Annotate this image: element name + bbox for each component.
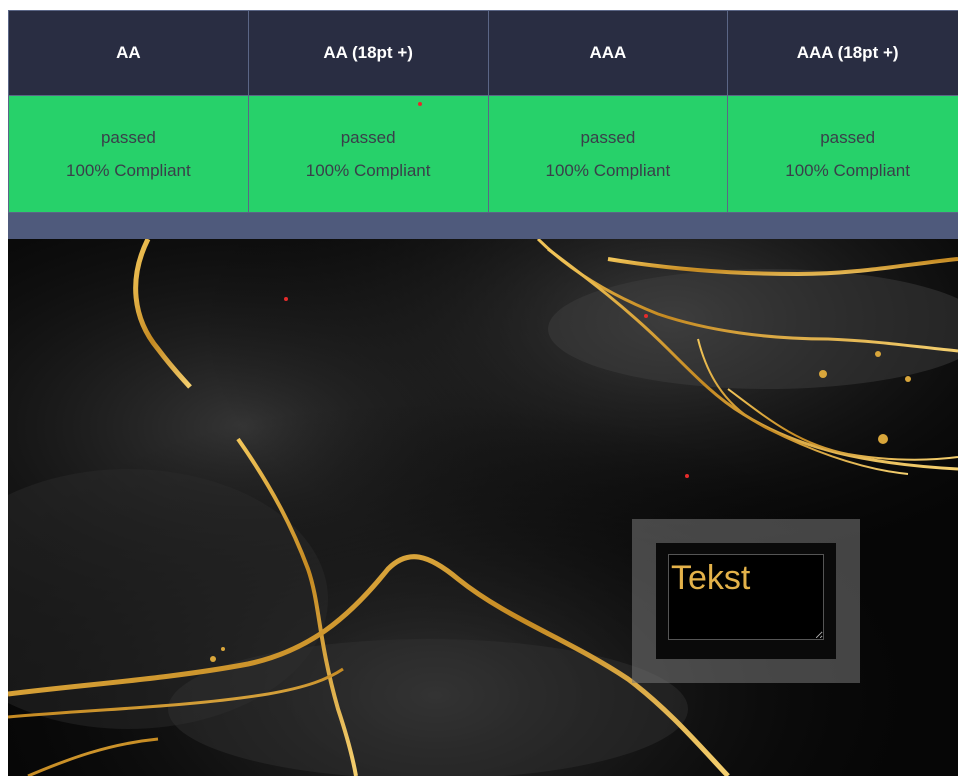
marker-dot bbox=[685, 474, 689, 478]
header-aaa: AAA bbox=[487, 10, 729, 96]
contrast-results-table: AA AA (18pt +) AAA AAA (18pt +) passed 1… bbox=[8, 10, 958, 213]
top-edge bbox=[0, 0, 958, 10]
compliance-text: 100% Compliant bbox=[66, 161, 191, 180]
marker-dot bbox=[418, 102, 422, 106]
result-cell-aa: passed 100% Compliant bbox=[8, 95, 249, 213]
status-text: passed bbox=[820, 128, 876, 147]
result-cell-aaa: passed 100% Compliant bbox=[487, 95, 729, 213]
marker-dot bbox=[644, 314, 648, 318]
compliance-text: 100% Compliant bbox=[785, 161, 910, 180]
table-row: passed 100% Compliant passed 100% Compli… bbox=[8, 95, 958, 213]
header-aa: AA bbox=[8, 10, 249, 96]
result-cell-aaa-large: passed 100% Compliant bbox=[727, 95, 958, 213]
table-header-row: AA AA (18pt +) AAA AAA (18pt +) bbox=[8, 10, 958, 96]
marker-dot bbox=[284, 297, 288, 301]
header-aa-large: AA (18pt +) bbox=[247, 10, 489, 96]
text-preview-inner: Tekst bbox=[656, 543, 836, 659]
result-cell-aa-large: passed 100% Compliant bbox=[247, 95, 489, 213]
text-preview-frame: Tekst bbox=[632, 519, 860, 683]
compliance-text: 100% Compliant bbox=[305, 161, 431, 180]
page-frame: AA AA (18pt +) AAA AAA (18pt +) passed 1… bbox=[0, 0, 958, 776]
gold-marble-art bbox=[8, 239, 958, 776]
sample-text-input[interactable]: Tekst bbox=[668, 554, 824, 640]
header-aaa-large: AAA (18pt +) bbox=[727, 10, 958, 96]
status-text: passed bbox=[580, 128, 636, 147]
left-edge bbox=[0, 0, 8, 776]
status-text: passed bbox=[340, 128, 396, 147]
marble-background-image: Tekst bbox=[8, 239, 958, 776]
compliance-text: 100% Compliant bbox=[545, 161, 671, 180]
separator-band bbox=[8, 213, 958, 239]
status-text: passed bbox=[100, 128, 156, 147]
